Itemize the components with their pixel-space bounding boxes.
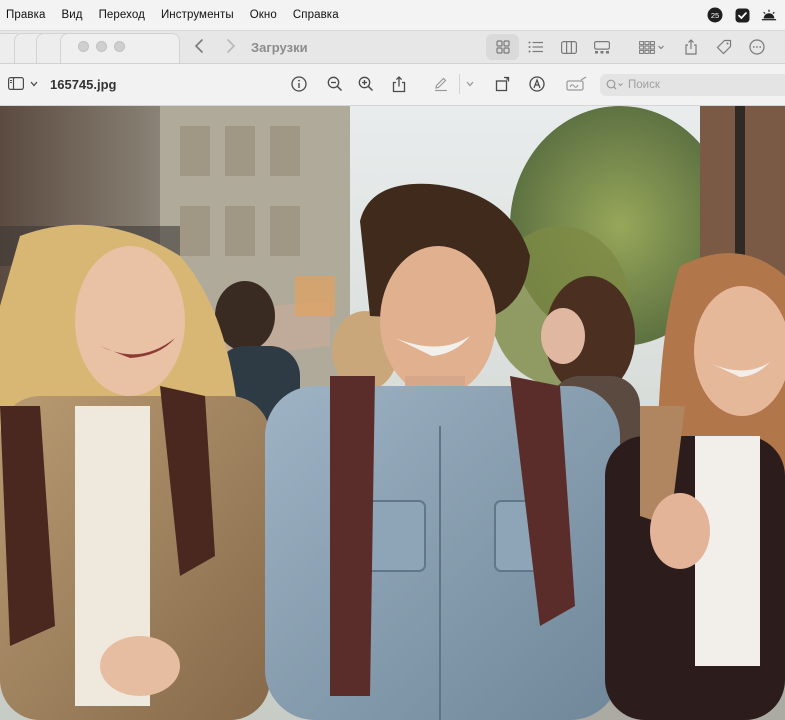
markup-menu-button[interactable] [459,74,479,94]
menu-window[interactable]: Окно [250,9,277,21]
zoom-out-icon [327,76,343,92]
status-area: 25 [707,7,777,23]
search-field[interactable] [600,74,785,96]
menu-tools[interactable]: Инструменты [161,9,234,21]
list-view-icon [528,41,543,53]
close-button[interactable] [78,41,89,52]
zoom-button[interactable] [114,41,125,52]
back-chevron-icon[interactable] [194,38,204,54]
icon-view-icon [495,40,510,54]
signature-button[interactable] [565,74,589,94]
calendar-badge-icon[interactable]: 25 [707,7,723,23]
badge-count: 25 [711,11,719,20]
search-input[interactable] [628,79,778,91]
zoom-in-icon [358,76,374,92]
annotate-icon [529,76,545,92]
finder-navigation [194,38,236,54]
column-view-icon [560,40,577,54]
menu-edit[interactable]: Правка [6,9,45,21]
share-icon [684,39,697,55]
menu-help[interactable]: Справка [293,9,339,21]
annotate-button[interactable] [527,74,547,94]
preview-toolbar: 165745.jpg [0,64,785,106]
signature-icon [566,76,587,91]
markup-pen-icon [435,77,447,92]
menu-items: Правка Вид Переход Инструменты Окно Спра… [0,9,355,21]
more-icon [748,39,765,55]
sidebar-icon [8,77,24,90]
chevron-down-icon [466,81,473,87]
search-icon [606,79,623,90]
column-view-button[interactable] [552,34,585,60]
share-button[interactable] [389,74,409,94]
menu-view[interactable]: Вид [61,9,82,21]
image-canvas[interactable] [0,106,785,720]
group-icon [639,40,664,54]
markup-pen-button[interactable] [431,74,451,94]
minimize-button[interactable] [96,41,107,52]
finder-window-strip: Загрузки [0,31,785,64]
finder-window-title: Загрузки [251,40,308,55]
finder-share-button[interactable] [674,34,707,60]
window-controls [78,41,125,52]
document-title: 165745.jpg [50,77,117,92]
icon-view-button[interactable] [486,34,519,60]
more-button[interactable] [740,34,773,60]
preview-tools [289,74,589,94]
zoom-out-button[interactable] [325,74,345,94]
info-button[interactable] [289,74,309,94]
info-icon [291,76,307,92]
list-view-button[interactable] [519,34,552,60]
forward-chevron-icon[interactable] [226,38,236,54]
rotate-button[interactable] [493,74,513,94]
sidebar-toggle[interactable] [8,77,38,90]
menu-go[interactable]: Переход [99,9,145,21]
photo-people-walking [0,106,785,720]
tag-button[interactable] [707,34,740,60]
gallery-view-icon [593,40,610,53]
brightness-icon[interactable] [761,7,777,23]
zoom-in-button[interactable] [356,74,376,94]
chevron-down-icon [30,81,38,86]
menu-bar: Правка Вид Переход Инструменты Окно Спра… [0,0,785,31]
gallery-view-button[interactable] [585,34,618,60]
finder-toolbar [486,34,773,60]
tag-icon [716,39,731,55]
group-button[interactable] [630,34,674,60]
shield-check-icon[interactable] [734,7,750,23]
rotate-icon [495,76,510,92]
share-icon [392,75,406,92]
